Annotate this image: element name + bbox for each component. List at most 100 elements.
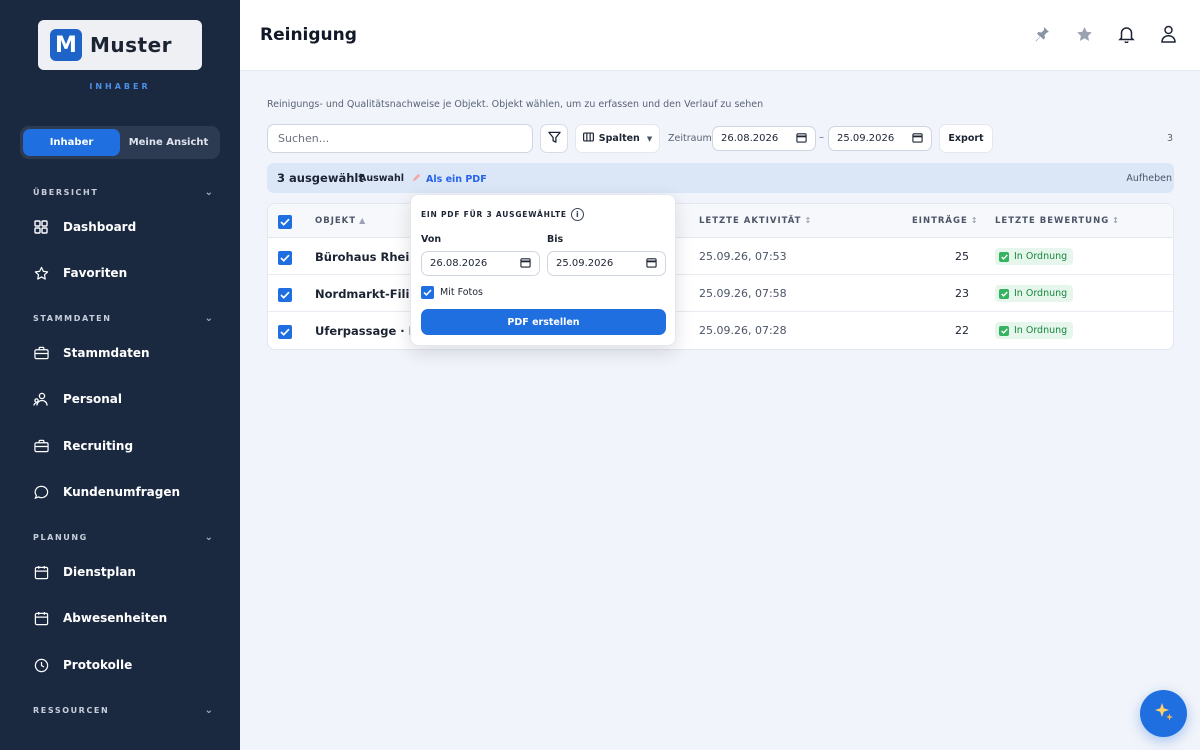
- status-badge: In Ordnung: [995, 322, 1074, 339]
- last-activity: 25.09.26, 07:58: [699, 287, 787, 300]
- calendar-icon[interactable]: [520, 257, 531, 271]
- section-planung[interactable]: PLANUNG ⌄: [33, 532, 213, 543]
- entry-count: 25: [955, 250, 969, 263]
- table-row[interactable]: Nordmarkt-Filiale 25.09.26, 07:58 23 In …: [268, 275, 1173, 312]
- row-checkbox[interactable]: [278, 325, 292, 339]
- pin-icon[interactable]: [1032, 24, 1052, 44]
- sidebar-item-label: Protokolle: [63, 658, 133, 672]
- select-all-checkbox[interactable]: [278, 215, 292, 229]
- table-row[interactable]: Uferpassage · Emp 25.09.26, 07:28 22 In …: [268, 312, 1173, 349]
- bell-icon[interactable]: [1116, 24, 1136, 44]
- calendar-icon: [33, 564, 49, 580]
- result-count: 3: [1166, 133, 1173, 144]
- calendar-icon: [33, 610, 49, 626]
- logo[interactable]: M Muster: [38, 20, 202, 70]
- sidebar-item-personal[interactable]: Personal: [33, 387, 223, 411]
- toggle-meine-ansicht[interactable]: Meine Ansicht: [120, 129, 217, 156]
- chevron-down-icon: ⌄: [204, 313, 213, 324]
- sidebar-item-abwesenheiten[interactable]: Abwesenheiten: [33, 606, 223, 630]
- pdf-von-input[interactable]: 26.08.2026: [421, 251, 540, 276]
- calendar-icon[interactable]: [646, 257, 657, 271]
- entry-count: 22: [955, 324, 969, 337]
- page-title: Reinigung: [260, 25, 357, 45]
- section-label: PLANUNG: [33, 533, 88, 542]
- role-caption: INHABER: [89, 82, 151, 91]
- briefcase-icon: [33, 438, 49, 454]
- sidebar-item-label: Dienstplan: [63, 565, 136, 579]
- date-to-input[interactable]: 25.09.2026: [828, 126, 932, 151]
- info-icon[interactable]: i: [570, 208, 584, 221]
- column-header-objekt[interactable]: OBJEKT ▲: [315, 216, 365, 226]
- filter-icon: [547, 129, 561, 148]
- people-icon: [33, 391, 49, 407]
- selected-count: 3 ausgewählt: [277, 171, 364, 185]
- last-activity: 25.09.26, 07:53: [699, 250, 787, 263]
- date-from-value: 26.08.2026: [721, 133, 779, 144]
- star-icon[interactable]: [1074, 24, 1094, 44]
- sidebar-item-dienstplan[interactable]: Dienstplan: [33, 560, 223, 584]
- check-icon: [999, 288, 1009, 299]
- ai-assistant-button[interactable]: [1140, 690, 1187, 737]
- von-label: Von: [421, 234, 442, 245]
- status-label: In Ordnung: [1014, 288, 1068, 299]
- section-stammdaten[interactable]: STAMMDATEN ⌄: [33, 313, 213, 324]
- columns-icon: [582, 132, 594, 145]
- sidebar-item-protokolle[interactable]: Protokolle: [33, 653, 223, 677]
- section-label: RESSOURCEN: [33, 706, 110, 715]
- pdf-von-value: 26.08.2026: [430, 258, 488, 269]
- chevron-down-icon: ⌄: [204, 705, 213, 716]
- section-label: ÜBERSICHT: [33, 188, 99, 197]
- status-label: In Ordnung: [1014, 325, 1068, 336]
- status-badge: In Ordnung: [995, 248, 1074, 265]
- mit-fotos-label: Mit Fotos: [440, 287, 484, 298]
- export-button[interactable]: Export: [939, 124, 993, 153]
- selection-bar: 3 ausgewählt Auswahl Als ein PDF Aufhebe…: [267, 163, 1174, 193]
- pdf-bis-input[interactable]: 25.09.2026: [547, 251, 666, 276]
- pencil-icon: [412, 173, 421, 185]
- date-separator: –: [819, 132, 824, 143]
- sidebar-item-label: Recruiting: [63, 439, 134, 453]
- sidebar-item-recruiting[interactable]: Recruiting: [33, 434, 223, 458]
- table-row[interactable]: Bürohaus Rheinall 25.09.26, 07:53 25 In …: [268, 238, 1173, 275]
- popover-title-text: EIN PDF FÜR 3 AUSGEWÄHLTE: [421, 210, 567, 219]
- columns-label: Spalten: [598, 133, 640, 144]
- sort-asc-icon: ▲: [359, 216, 366, 225]
- calendar-icon[interactable]: [912, 132, 923, 146]
- row-checkbox[interactable]: [278, 251, 292, 265]
- auswahl-button[interactable]: Auswahl: [359, 173, 404, 184]
- zeitraum-label: Zeitraum:: [668, 133, 715, 144]
- section-label: STAMMDATEN: [33, 314, 112, 323]
- search-input[interactable]: [267, 124, 533, 153]
- filter-button[interactable]: [540, 124, 568, 153]
- user-icon[interactable]: [1158, 24, 1178, 44]
- column-header-eintraege[interactable]: EINTRÄGE ↕: [912, 216, 978, 226]
- mit-fotos-checkbox[interactable]: Mit Fotos: [421, 286, 483, 299]
- sparkle-icon: [1153, 701, 1175, 727]
- grid-icon: [33, 219, 49, 235]
- clock-icon: [33, 657, 49, 673]
- als-ein-pdf-label: Als ein PDF: [426, 173, 487, 185]
- calendar-icon[interactable]: [796, 132, 807, 146]
- date-from-input[interactable]: 26.08.2026: [712, 126, 816, 151]
- column-label: LETZTE BEWERTUNG: [995, 216, 1110, 226]
- pdf-bis-value: 25.09.2026: [556, 258, 614, 269]
- toggle-inhaber[interactable]: Inhaber: [23, 129, 120, 156]
- column-header-letzte-bewertung[interactable]: LETZTE BEWERTUNG ↕: [995, 216, 1119, 226]
- pdf-erstellen-button[interactable]: PDF erstellen: [421, 309, 666, 335]
- section-uebersicht[interactable]: ÜBERSICHT ⌄: [33, 187, 213, 198]
- bis-label: Bis: [547, 234, 564, 245]
- sidebar-item-kundenumfragen[interactable]: Kundenumfragen: [33, 480, 223, 504]
- row-checkbox[interactable]: [278, 288, 292, 302]
- star-icon: [33, 265, 49, 281]
- section-ressourcen[interactable]: RESSOURCEN ⌄: [33, 705, 213, 716]
- sidebar-item-stammdaten[interactable]: Stammdaten: [33, 341, 223, 365]
- sidebar-item-dashboard[interactable]: Dashboard: [33, 215, 223, 239]
- column-header-letzte-aktivitaet[interactable]: LETZTE AKTIVITÄT ↕: [699, 216, 811, 226]
- als-ein-pdf-button[interactable]: Als ein PDF: [412, 173, 487, 185]
- sidebar-item-label: Abwesenheiten: [63, 611, 168, 625]
- columns-button[interactable]: Spalten ▼: [575, 124, 660, 153]
- chevron-down-icon: ⌄: [204, 187, 213, 198]
- aufheben-button[interactable]: Aufheben: [1126, 173, 1172, 184]
- header-actions: [1032, 24, 1178, 44]
- sidebar-item-favoriten[interactable]: Favoriten: [33, 261, 223, 285]
